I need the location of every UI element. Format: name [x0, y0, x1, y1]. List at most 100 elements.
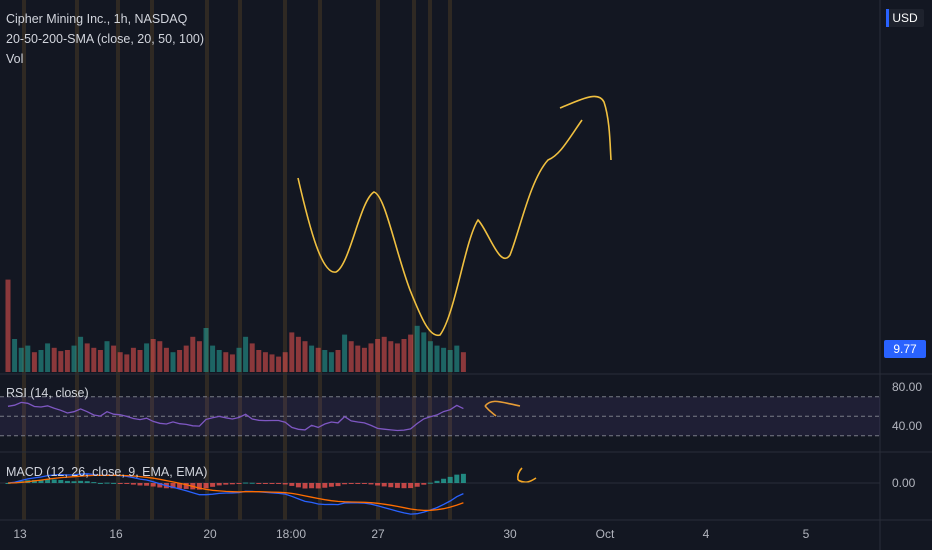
volume-bar	[163, 347, 169, 372]
macd-hist-bar	[210, 483, 216, 487]
sma-legend[interactable]: 20-50-200-SMA (close, 20, 50, 100)	[6, 32, 204, 46]
volume-bar	[38, 350, 44, 372]
currency-badge[interactable]: USD	[886, 9, 924, 27]
volume-bar	[348, 341, 354, 372]
volume-bar	[282, 352, 288, 372]
macd-hist-bar	[117, 483, 123, 484]
volume-bar	[97, 350, 103, 372]
volume-bar	[236, 347, 242, 372]
volume-bar	[447, 350, 453, 372]
macd-hist-bar	[64, 480, 70, 483]
volume-bar	[355, 345, 361, 372]
volume-bar	[276, 356, 282, 372]
volume-bar	[322, 350, 328, 372]
volume-bar	[12, 339, 18, 372]
volume-bar	[216, 350, 222, 372]
volume-bar	[84, 343, 90, 372]
macd-hist-bar	[249, 482, 255, 484]
volume-bar	[388, 341, 394, 372]
volume-bar	[177, 350, 183, 372]
macd-hist-bar	[223, 483, 229, 485]
rsi-tick-label: 80.00	[892, 380, 922, 394]
macd-hist-bar	[124, 483, 130, 484]
macd-hist-bar	[269, 483, 275, 484]
volume-bar	[196, 341, 202, 372]
volume-bar	[64, 350, 70, 372]
macd-hist-bar	[144, 483, 150, 486]
volume-bar	[454, 345, 460, 372]
macd-hist-bar	[150, 483, 156, 487]
volume-bar	[309, 345, 315, 372]
time-tick-label: 16	[109, 527, 123, 541]
macd-hist-bar	[276, 483, 282, 484]
macd-hist-bar	[348, 483, 354, 484]
volume-bar	[18, 347, 24, 372]
macd-hist-bar	[130, 483, 136, 485]
macd-hist-bar	[71, 481, 77, 483]
macd-hist-bar	[216, 483, 222, 486]
volume-bar	[289, 332, 295, 372]
volume-bar	[302, 341, 308, 372]
time-tick-label: 18:00	[276, 527, 306, 541]
volume-bar	[157, 341, 163, 372]
macd-hist-bar	[91, 482, 97, 484]
macd-hist-bar	[256, 483, 262, 484]
macd-hist-bar	[322, 483, 328, 488]
macd-hist-bar	[454, 474, 460, 483]
volume-bar	[229, 354, 235, 372]
macd-hist-bar	[58, 480, 64, 483]
volume-bar	[183, 345, 189, 372]
volume-bar	[256, 350, 262, 372]
time-tick-label: 5	[803, 527, 810, 541]
level-badge-lower-text: 9.77	[893, 342, 917, 356]
volume-bar	[130, 347, 136, 372]
volume-bar	[104, 341, 110, 372]
macd-hist-bar	[401, 483, 407, 489]
session-band	[412, 0, 416, 520]
macd-hist-bar	[361, 483, 367, 484]
volume-legend[interactable]: Vol	[6, 52, 23, 66]
volume-bar	[137, 350, 143, 372]
volume-bar	[71, 345, 77, 372]
macd-hist-bar	[78, 480, 84, 483]
session-band	[116, 0, 120, 520]
macd-hist-bar	[427, 482, 433, 484]
macd-hist-bar	[368, 483, 374, 485]
session-band	[318, 0, 322, 520]
session-band	[428, 0, 432, 520]
volume-bar	[381, 336, 387, 372]
macd-hist-bar	[243, 482, 249, 484]
volume-bar	[434, 345, 440, 372]
time-tick-label: 4	[703, 527, 710, 541]
session-band	[283, 0, 287, 520]
macd-hist-bar	[434, 480, 440, 483]
macd-hist-bar	[262, 483, 268, 484]
time-tick-label: 30	[503, 527, 517, 541]
macd-hist-bar	[315, 483, 321, 489]
session-band	[205, 0, 209, 520]
macd-hist-bar	[84, 481, 90, 483]
volume-bar	[170, 352, 176, 372]
volume-bar	[262, 352, 268, 372]
rsi-legend[interactable]: RSI (14, close)	[6, 386, 89, 400]
volume-bar	[295, 336, 301, 372]
macd-hist-bar	[394, 483, 400, 488]
volume-bar	[203, 328, 209, 372]
chart-title: Cipher Mining Inc., 1h, NASDAQ	[6, 12, 188, 26]
macd-hist-bar	[375, 483, 381, 486]
macd-hist-bar	[203, 483, 209, 489]
volume-bar	[335, 350, 341, 372]
volume-bar	[45, 343, 51, 372]
volume-bar	[342, 334, 348, 372]
macd-hist-bar	[51, 479, 57, 483]
volume-bar	[150, 339, 156, 372]
session-band	[75, 0, 79, 520]
session-band	[22, 0, 26, 520]
time-tick-label: 20	[203, 527, 217, 541]
macd-hist-bar	[97, 482, 103, 484]
session-band	[150, 0, 154, 520]
volume-bar	[223, 352, 229, 372]
level-badge-lower[interactable]: 9.77	[884, 340, 926, 358]
macd-legend[interactable]: MACD (12, 26, close, 9, EMA, EMA)	[6, 465, 207, 479]
volume-bar	[408, 334, 414, 372]
